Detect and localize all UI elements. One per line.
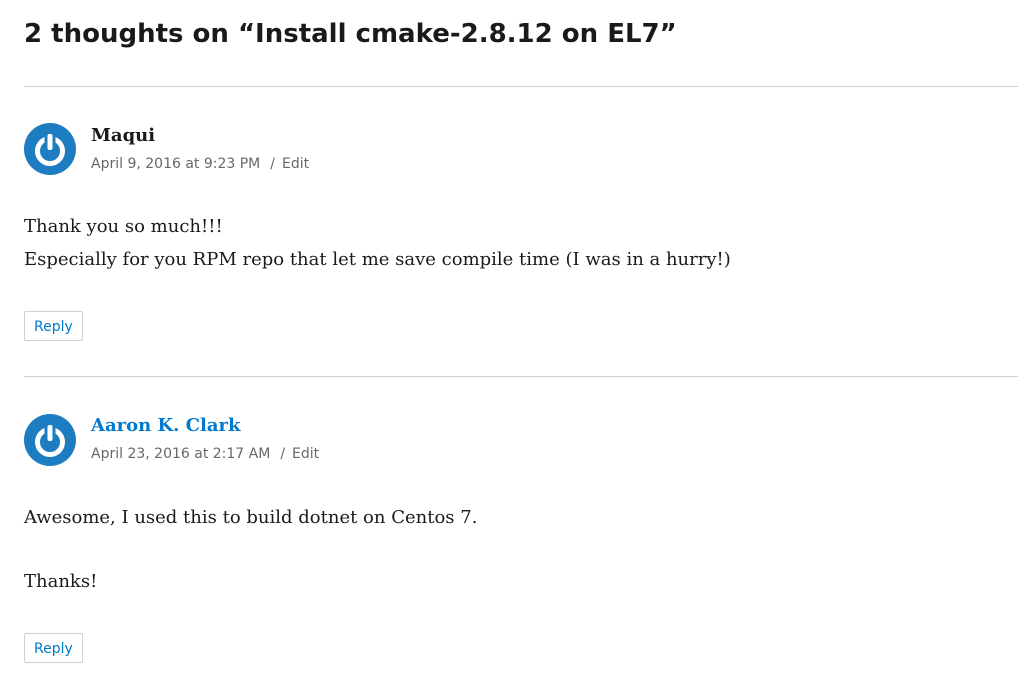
meta-separator: / [270,156,275,172]
comment-text-line: Especially for you RPM repo that let me … [24,249,731,270]
power-button-avatar-icon [24,123,76,175]
comment-meta: April 9, 2016 at 9:23 PM / Edit [91,154,309,174]
edit-link[interactable]: Edit [292,446,319,462]
comment-text-line: Awesome, I used this to build dotnet on … [24,507,478,528]
reply-button[interactable]: Reply [24,633,83,663]
divider [24,376,1018,377]
reply-button[interactable]: Reply [24,311,83,341]
comments-title: 2 thoughts on “Install cmake-2.8.12 on E… [24,19,677,49]
edit-link[interactable]: Edit [282,156,309,172]
comment-date-link[interactable]: April 9, 2016 at 9:23 PM [91,156,260,172]
power-button-avatar-icon [24,414,76,466]
comment-meta: April 23, 2016 at 2:17 AM / Edit [91,444,319,464]
meta-separator: / [280,446,286,462]
divider [24,86,1018,87]
comment-date-link[interactable]: April 23, 2016 at 2:17 AM [91,446,270,462]
comment-author-link[interactable]: Aaron K. Clark [91,414,240,438]
comment-text-line: Thank you so much!!! [24,216,223,237]
comment-text-line: Thanks! [24,571,98,592]
comment-author: Maqui [91,125,156,146]
